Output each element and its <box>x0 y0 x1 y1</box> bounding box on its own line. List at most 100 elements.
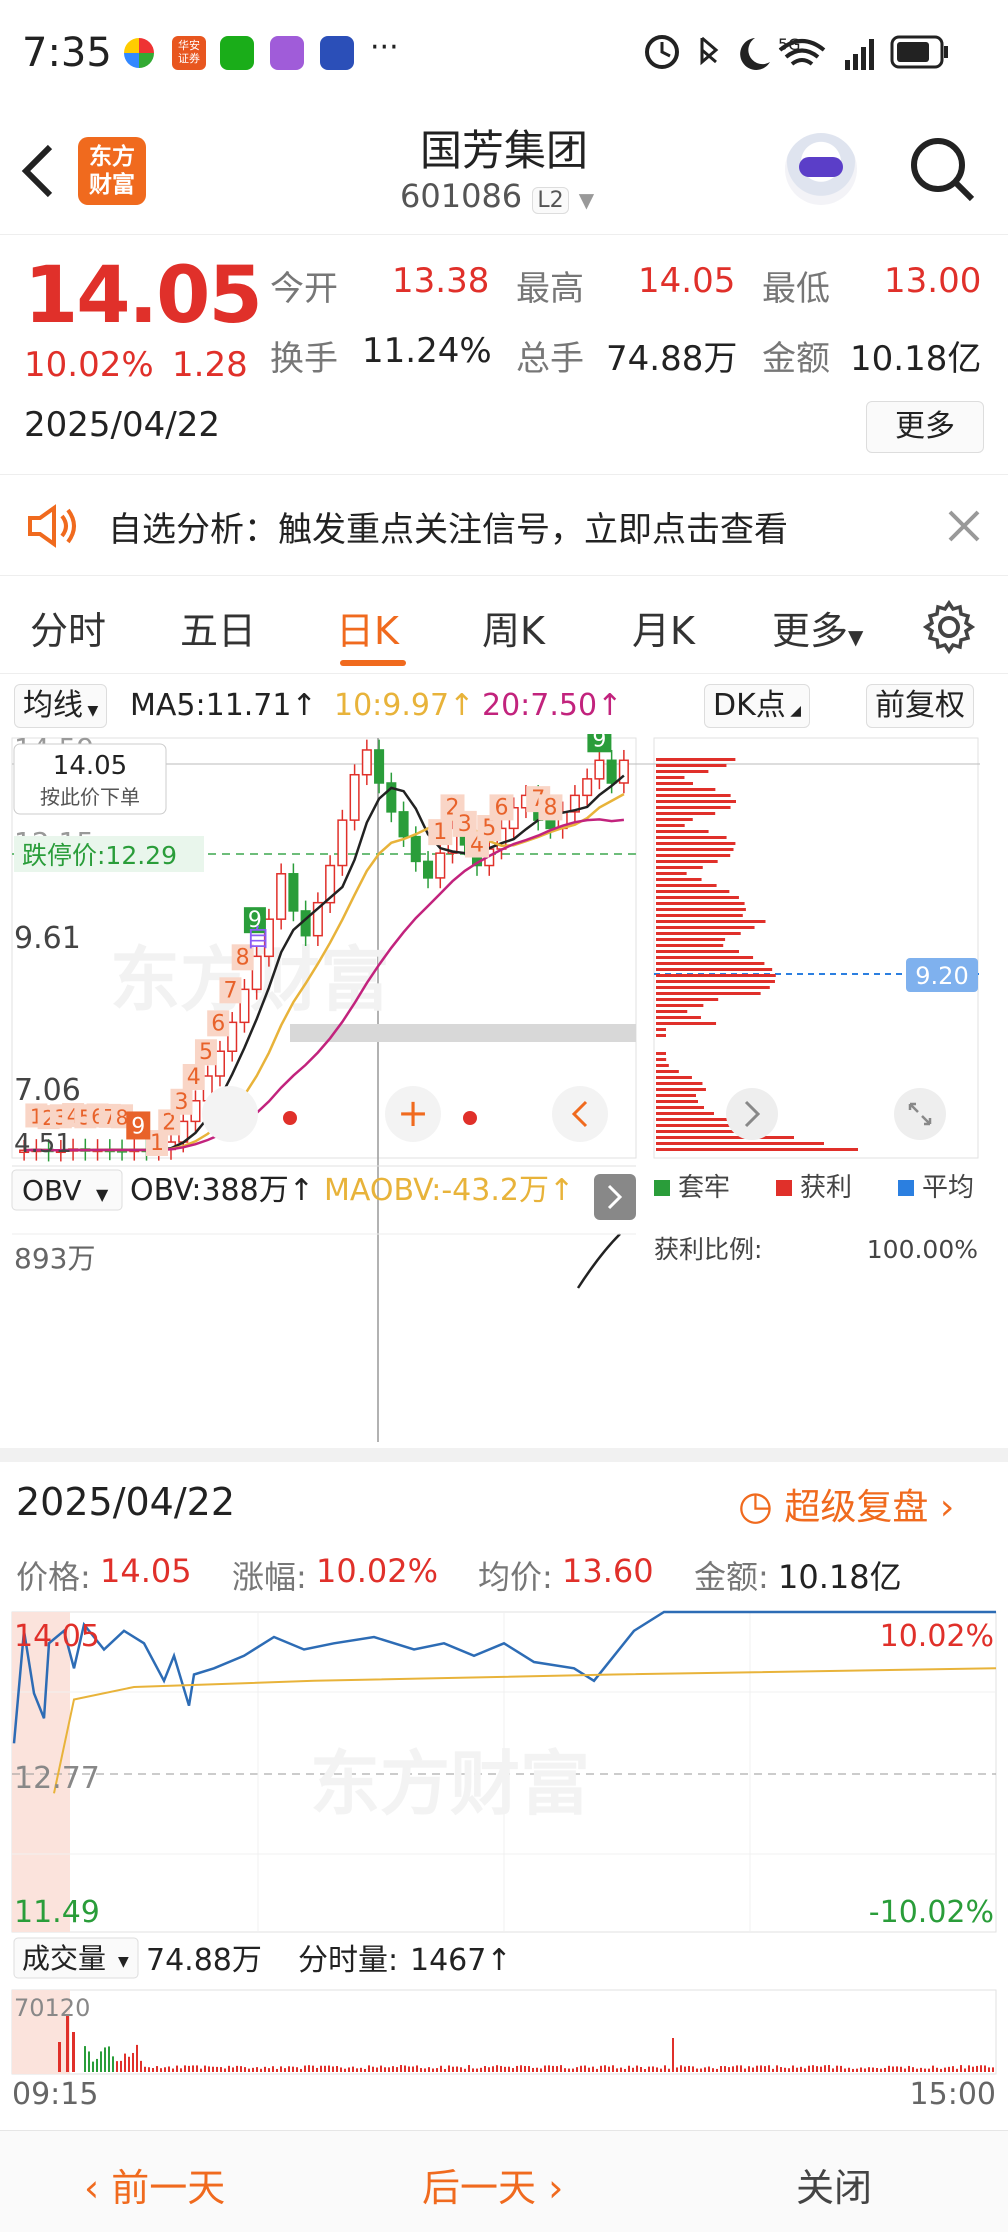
kline-chart[interactable]: 东方财富 123456781234567899123456789 14.59 1… <box>0 734 1008 1446</box>
level-badge: L2 <box>532 187 568 214</box>
legend-profit: 获利 <box>800 1173 852 1203</box>
volume-bar <box>564 2068 566 2072</box>
volume-bar <box>208 2066 210 2072</box>
search-icon[interactable] <box>908 135 978 205</box>
volume-bar <box>792 2066 794 2072</box>
volume-bar <box>956 2069 958 2072</box>
volume-bar <box>868 2067 870 2072</box>
volume-bar <box>776 2065 778 2072</box>
scroll-left-button <box>552 1086 608 1142</box>
ma-selector[interactable]: 均线 ▼ <box>14 684 107 728</box>
chip-bar <box>656 1106 704 1109</box>
profit-ratio-value: 100.00% <box>867 1235 978 1264</box>
volume-bar <box>548 2065 550 2072</box>
volume-bar <box>680 2065 682 2072</box>
volume-bar <box>624 2069 626 2072</box>
minute-volume: 1467↑ <box>410 1943 511 1978</box>
corner-triangle-icon: ◢ <box>786 703 801 719</box>
volume-bar <box>58 2042 61 2072</box>
volume-bar <box>176 2066 178 2072</box>
volume-bar <box>368 2065 370 2072</box>
volume-bar <box>764 2066 766 2072</box>
volume-bar <box>456 2066 458 2072</box>
chevron-down-icon: ▼ <box>848 625 863 649</box>
volume-bar <box>984 2065 986 2072</box>
volume-bar <box>416 2065 418 2072</box>
volume-bar <box>828 2065 830 2072</box>
chip-bar <box>656 920 766 923</box>
volume-bar <box>676 2067 678 2072</box>
volume-bar <box>520 2065 522 2072</box>
volume-bar <box>748 2066 750 2072</box>
count-marker: 6 <box>494 795 508 820</box>
tab-monthly-k[interactable]: 月K <box>632 600 695 655</box>
replay-link[interactable]: ◷ 超级复盘 › <box>738 1478 954 1530</box>
volume-bar <box>708 2067 710 2072</box>
volume-bar <box>340 2067 342 2072</box>
volume-bar <box>556 2066 558 2072</box>
volume-bar <box>372 2067 374 2072</box>
ma20-value: 20:7.50↑ <box>482 688 622 723</box>
volume-bar <box>72 2032 75 2072</box>
volume-bar <box>940 2069 942 2072</box>
tab-intraday[interactable]: 分时 <box>30 600 106 655</box>
volume-bar <box>328 2066 330 2072</box>
volume-value: 74.88万 <box>606 331 737 380</box>
volume-bar <box>636 2066 638 2072</box>
volume-bar <box>156 2066 158 2072</box>
y-bottom-label: 11.49 <box>14 1895 100 1930</box>
chevron-down-icon: ▼ <box>96 1185 109 1204</box>
volume-bar <box>692 2066 694 2072</box>
volume-bar <box>504 2067 506 2072</box>
volume-bars <box>58 2016 994 2072</box>
chip-bar <box>656 1028 666 1031</box>
volume-bar <box>580 2066 582 2072</box>
intraday-chart[interactable]: 东方财富 14.05 12.77 11.49 10.02% -10.02% 成交… <box>0 1608 1008 2108</box>
chip-bar <box>656 1112 714 1115</box>
tab-five-day[interactable]: 五日 <box>180 600 256 655</box>
tab-daily-k[interactable]: 日K <box>336 600 399 655</box>
system-status-icons: 5G <box>640 30 980 76</box>
volume-bar <box>584 2066 586 2072</box>
candle <box>375 750 384 783</box>
analysis-notice[interactable]: 自选分析：触发重点关注信号，立即点击查看 <box>0 476 1008 576</box>
tab-more[interactable]: 更多▼ <box>772 600 863 655</box>
tab-weekly-k[interactable]: 周K <box>482 600 545 655</box>
intraday-panel: 2025/04/22 ◷ 超级复盘 › 价格: 14.05 涨幅: 10.02%… <box>0 1462 1008 2130</box>
close-icon[interactable] <box>946 508 982 544</box>
ip-chg: 10.02% <box>316 1552 438 1590</box>
dk-point-button[interactable]: DK点 ◢ <box>704 684 810 728</box>
prev-day-button[interactable]: ‹ 前一天 <box>84 2157 225 2212</box>
chip-next-button <box>726 1088 778 1140</box>
more-button[interactable]: 更多 <box>866 401 984 453</box>
volume-bar <box>316 2068 318 2072</box>
support-band <box>290 1024 636 1042</box>
candle <box>240 989 249 1022</box>
prev-day-label: 前一天 <box>111 2166 225 2210</box>
count-marker: 1 <box>433 820 447 845</box>
volume-bar <box>356 2068 358 2072</box>
settings-gear-icon[interactable] <box>922 600 976 654</box>
volume-bar <box>160 2068 162 2072</box>
volume-bar <box>188 2066 190 2072</box>
stock-code[interactable]: 601086 L2 ▼ <box>400 177 594 215</box>
volume-bar <box>388 2067 390 2072</box>
close-button[interactable]: 关闭 <box>796 2157 872 2212</box>
next-day-button[interactable]: 后一天 › <box>422 2157 563 2212</box>
ip-chg-label: 涨幅: <box>232 1552 307 1598</box>
volume-bar <box>980 2065 982 2072</box>
volume-bar <box>240 2066 242 2072</box>
volume-bar <box>920 2068 922 2072</box>
volume-bar <box>272 2066 274 2072</box>
signal-dot-2 <box>463 1111 477 1125</box>
chip-bar <box>656 932 741 935</box>
chip-bar <box>656 974 776 977</box>
volume-bar <box>508 2067 510 2072</box>
volume-bar <box>588 2068 590 2072</box>
adjust-mode-button[interactable]: 前复权 <box>866 684 974 728</box>
robot-assistant-icon[interactable] <box>785 133 857 205</box>
volume-bar <box>816 2066 818 2072</box>
volume-total: 74.88万 <box>146 1943 262 1978</box>
candle <box>424 861 433 878</box>
volume-bar <box>96 2059 98 2072</box>
